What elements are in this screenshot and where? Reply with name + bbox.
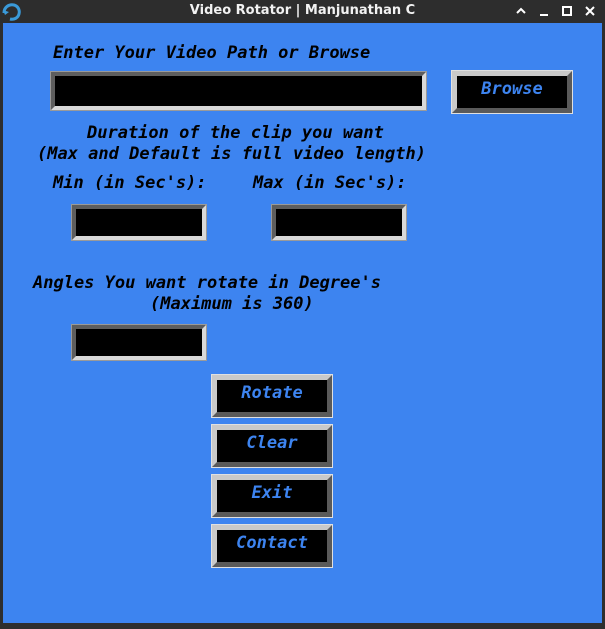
main-panel: Enter Your Video Path or Browse Browse D… <box>3 23 602 623</box>
min-label: Min (in Sec's): <box>53 173 207 193</box>
maximize-icon <box>562 6 572 16</box>
max-label: Max (in Sec's): <box>253 173 407 193</box>
maximize-button[interactable] <box>558 2 576 20</box>
angle-field-frame <box>71 324 207 361</box>
close-icon <box>585 6 595 16</box>
rotate-button-label: Rotate <box>241 383 303 403</box>
duration-label-line1: Duration of the clip you want <box>87 123 384 143</box>
rotate-button[interactable]: Rotate <box>211 374 333 418</box>
min-seconds-input[interactable] <box>76 209 202 236</box>
browse-button[interactable]: Browse <box>451 70 573 114</box>
contact-button[interactable]: Contact <box>211 524 333 568</box>
clear-button-label: Clear <box>246 433 298 453</box>
angle-label-line1: Angles You want rotate in Degree's <box>33 273 381 293</box>
clear-button[interactable]: Clear <box>211 424 333 468</box>
minimize-button[interactable] <box>535 2 553 20</box>
contact-button-label: Contact <box>236 533 308 553</box>
duration-label-line2: (Max and Default is full video length) <box>37 144 426 164</box>
close-button[interactable] <box>581 2 599 20</box>
chevron-up-icon <box>516 7 526 14</box>
angle-degrees-input[interactable] <box>76 329 202 356</box>
max-seconds-input[interactable] <box>276 209 402 236</box>
video-path-input[interactable] <box>55 76 422 106</box>
max-field-frame <box>271 204 407 241</box>
min-field-frame <box>71 204 207 241</box>
exit-button[interactable]: Exit <box>211 474 333 518</box>
exit-button-label: Exit <box>251 483 293 503</box>
browse-button-label: Browse <box>481 79 543 99</box>
title-bar[interactable]: Video Rotator | Manjunathan C <box>0 0 605 23</box>
angle-label-line2: (Maximum is 360) <box>150 294 314 314</box>
window-bottom-border <box>0 623 605 629</box>
path-label: Enter Your Video Path or Browse <box>53 43 371 63</box>
video-path-field-frame <box>50 71 427 111</box>
collapse-window-button[interactable] <box>512 2 530 20</box>
minimize-icon <box>540 14 548 16</box>
